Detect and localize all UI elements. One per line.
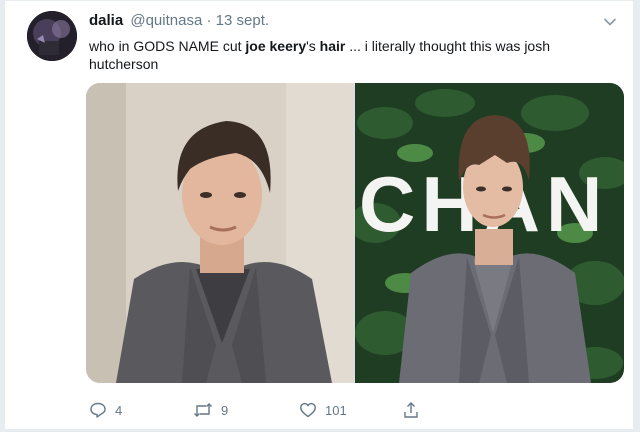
tweet-card[interactable]: dalia @quitnasa · 13 sept. who in GODS N… [4, 0, 634, 430]
chevron-down-icon [604, 18, 616, 26]
tweet-date[interactable]: 13 sept. [216, 12, 269, 29]
display-name[interactable]: dalia [89, 12, 123, 29]
reply-icon [90, 402, 106, 418]
tweet-text-part: 's [306, 38, 320, 54]
tweet-text-bold: joe keery [245, 38, 307, 54]
media-grid[interactable]: CHAN [86, 83, 624, 383]
photo-right[interactable]: CHAN [355, 83, 624, 383]
avatar[interactable] [27, 11, 77, 61]
share-button[interactable] [402, 401, 428, 419]
tweet-text-bold: hair [319, 38, 346, 54]
avatar-image [27, 11, 77, 61]
retweet-button[interactable]: 9 [193, 401, 228, 419]
header-separator: · [206, 12, 212, 29]
tweet-menu-button[interactable] [601, 13, 619, 31]
heart-icon [300, 402, 316, 418]
retweet-icon [194, 403, 212, 417]
retweet-count: 9 [221, 402, 229, 418]
tweet-actions: 4 9 101 [89, 401, 449, 423]
tweet-header: dalia @quitnasa · 13 sept. [89, 12, 269, 29]
like-button[interactable]: 101 [299, 401, 347, 419]
user-handle[interactable]: @quitnasa [130, 12, 202, 29]
photo-left[interactable] [86, 83, 353, 383]
share-icon [404, 402, 418, 418]
reply-count: 4 [115, 402, 123, 418]
tweet-text-part: who in GODS NAME cut [89, 38, 246, 54]
reply-button[interactable]: 4 [89, 401, 122, 419]
like-count: 101 [325, 402, 347, 418]
tweet-text: who in GODS NAME cut joe keery's hair ..… [89, 37, 609, 73]
